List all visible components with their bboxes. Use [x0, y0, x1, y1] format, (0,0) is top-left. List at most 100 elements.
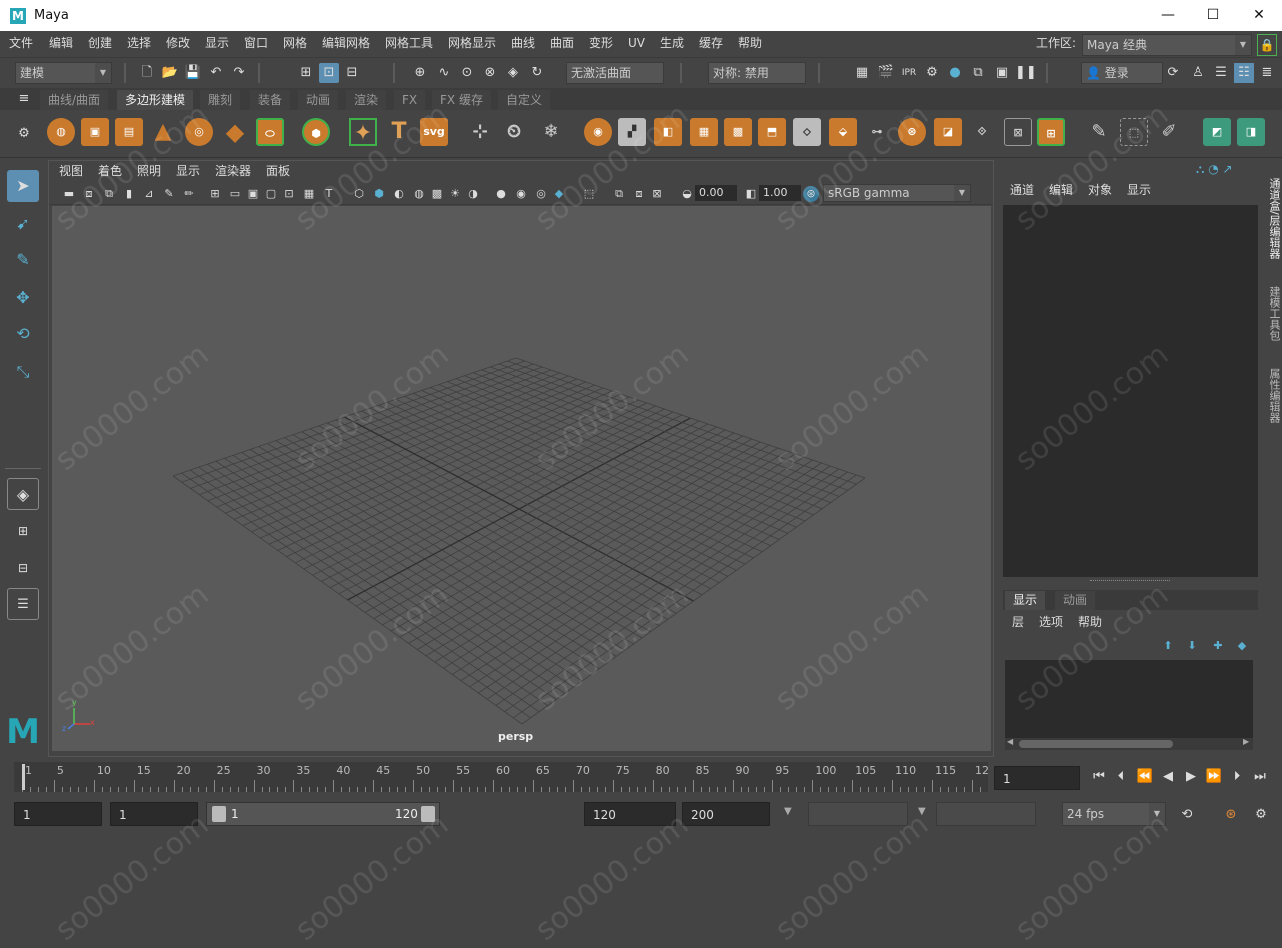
rotate-tool-icon[interactable]: ⟲ [7, 318, 39, 350]
snap-curve-icon[interactable]: ∿ [434, 63, 454, 83]
film-gate-icon[interactable]: ▭ [225, 184, 245, 204]
viewport-menu-panels[interactable]: 面板 [266, 159, 290, 185]
timeline[interactable]: 1 5 10 15 20 25 30 35 40 45 50 55 60 65 70 75 80 85 90 95 10… [14, 762, 989, 792]
gate-mask-icon[interactable]: ▢ [261, 184, 281, 204]
maximize-button[interactable]: ☐ [1190, 0, 1236, 31]
move-layer-down-icon[interactable]: ⬇ [1182, 636, 1202, 656]
menu-mesh[interactable]: 网格 [283, 31, 307, 57]
viewport-menu-show[interactable]: 显示 [176, 159, 200, 185]
menu-mesh-tools[interactable]: 网格工具 [385, 31, 433, 57]
step-back-frame-icon[interactable]: ⏪ [1136, 768, 1154, 786]
select-hierarchy-icon[interactable]: ⊞ [296, 63, 316, 83]
two-d-pan-icon[interactable]: ⊿ [139, 184, 159, 204]
snap-grid-icon[interactable]: ⊕ [410, 63, 430, 83]
snap-view-plane-icon[interactable]: ⊗ [480, 63, 500, 83]
field-chart-icon[interactable]: ⊡ [279, 184, 299, 204]
fill-hole-icon[interactable]: ⊠ [1004, 118, 1032, 146]
platonic-solid-icon[interactable]: ⬢ [302, 118, 330, 146]
menu-curves[interactable]: 曲线 [511, 31, 535, 57]
symmetry-field[interactable]: 对称: 禁用 [708, 62, 806, 84]
render-view-icon[interactable]: ▦ [852, 63, 872, 83]
menu-display[interactable]: 显示 [205, 31, 229, 57]
live-surface-field[interactable]: 无激活曲面 [566, 62, 664, 84]
multisample-icon[interactable]: ⧈ [629, 184, 649, 204]
target-weld-icon[interactable]: ◪ [934, 118, 962, 146]
scale-tool-icon[interactable]: ⤡ [7, 356, 39, 388]
anim-layer-select[interactable] [936, 802, 1036, 826]
snap-point-icon[interactable]: ⊙ [457, 63, 477, 83]
select-tool-icon[interactable]: ➤ [7, 170, 39, 202]
depth-of-field-icon[interactable]: ⊠ [647, 184, 667, 204]
login-button[interactable]: 👤 登录 [1081, 62, 1163, 84]
planar-map-icon[interactable]: ◩ [1203, 118, 1231, 146]
channel-menu-show[interactable]: 显示 [1127, 178, 1151, 204]
range-slider-bar[interactable]: 1 120 [206, 802, 440, 826]
scroll-right-icon[interactable]: ▶ [1243, 737, 1249, 746]
step-forward-key-icon[interactable]: ⏵ [1228, 768, 1246, 786]
xray-icon[interactable]: ● [491, 184, 511, 204]
viewport-menu-renderer[interactable]: 渲染器 [215, 159, 251, 185]
pause-icon[interactable]: ❚❚ [1015, 63, 1037, 83]
sync-icon[interactable]: ⟳ [1163, 63, 1183, 83]
shaded-wireframe-icon[interactable]: ◍ [409, 184, 429, 204]
step-forward-frame-icon[interactable]: ⏩ [1205, 768, 1223, 786]
tool-settings-icon[interactable]: ≣ [1257, 63, 1277, 83]
bridge-icon[interactable]: ⬦ [793, 118, 821, 146]
step-back-key-icon[interactable]: ⏴ [1112, 768, 1130, 786]
float-panel-icon[interactable]: ↗ [1223, 162, 1233, 176]
tab-custom[interactable]: 自定义 [498, 90, 551, 110]
layer-editor-toggle-icon[interactable]: ◔ [1208, 162, 1218, 176]
ipr-render-icon[interactable]: IPR [899, 63, 919, 83]
workspace-select[interactable]: Maya 经典 ▼ [1082, 34, 1252, 56]
select-component-icon[interactable]: ⊟ [342, 63, 362, 83]
side-tab-attribute-editor[interactable]: 属性编辑器 [1262, 360, 1282, 430]
layer-tab-anim[interactable]: 动画 [1055, 591, 1096, 610]
menu-edit-mesh[interactable]: 编辑网格 [322, 31, 370, 57]
pivot-icon[interactable]: ⊹ [466, 118, 494, 146]
combine-icon[interactable]: ◉ [584, 118, 612, 146]
loop-icon[interactable]: ⟲ [1178, 806, 1196, 824]
side-tab-channel-box[interactable]: 通道盒/层编辑器 [1262, 168, 1282, 268]
poly-cube-icon[interactable]: ▣ [81, 118, 109, 146]
lasso-tool-icon[interactable]: ➹ [7, 208, 39, 240]
two-view-layout-icon[interactable]: ⊟ [7, 552, 39, 584]
new-layer-icon[interactable]: ✚ [1208, 636, 1228, 656]
cylindrical-map-icon[interactable]: ◨ [1237, 118, 1265, 146]
current-time-indicator[interactable] [22, 764, 25, 790]
menu-surfaces[interactable]: 曲面 [550, 31, 574, 57]
side-tab-modeling-toolkit[interactable]: 建模工具包 [1262, 278, 1282, 348]
exposure-field[interactable]: 0.00 [695, 185, 737, 201]
shelf-menu-icon[interactable]: ≡ [14, 89, 34, 109]
gamma-icon[interactable]: ◧ [741, 184, 761, 204]
menu-windows[interactable]: 窗口 [244, 31, 268, 57]
menu-deform[interactable]: 变形 [589, 31, 613, 57]
shelf-settings-icon[interactable]: ⚙ [14, 124, 34, 144]
render-setup-icon[interactable]: ⧉ [968, 63, 988, 83]
menu-mesh-display[interactable]: 网格显示 [448, 31, 496, 57]
poly-plane-icon[interactable]: ◆ [221, 118, 249, 146]
go-to-start-icon[interactable]: ⏮ [1090, 768, 1108, 786]
paint-select-tool-icon[interactable]: ✎ [7, 244, 39, 276]
modeling-toolkit-icon[interactable]: ♙ [1188, 63, 1208, 83]
channel-box-icon[interactable]: ☷ [1234, 63, 1254, 83]
tab-curves-surfaces[interactable]: 曲线/曲面 [40, 90, 109, 110]
move-layer-up-icon[interactable]: ⬆ [1158, 636, 1178, 656]
super-shape-icon[interactable]: ✦ [349, 118, 377, 146]
render-frame-icon[interactable]: 🎬 [876, 63, 896, 83]
smooth-icon[interactable]: ▦ [690, 118, 718, 146]
tab-animation[interactable]: 动画 [298, 90, 339, 110]
animation-end-field[interactable]: 200 [682, 802, 770, 826]
make-live-icon[interactable]: ◈ [503, 63, 523, 83]
attribute-editor-icon[interactable]: ☰ [1211, 63, 1231, 83]
new-layer-selected-icon[interactable]: ◆ [1232, 636, 1252, 656]
layer-menu-layers[interactable]: 层 [1012, 610, 1024, 636]
play-forwards-icon[interactable]: ▶ [1182, 768, 1200, 786]
menu-select[interactable]: 选择 [127, 31, 151, 57]
bevel-icon[interactable]: ⬙ [829, 118, 857, 146]
append-polygon-icon[interactable]: ⊞ [1037, 118, 1065, 146]
range-start-handle[interactable] [212, 806, 226, 822]
exposure-icon[interactable]: ◒ [677, 184, 697, 204]
layer-scrollbar[interactable]: ◀ ▶ [1005, 737, 1253, 750]
scroll-left-icon[interactable]: ◀ [1007, 737, 1013, 746]
menu-edit[interactable]: 编辑 [49, 31, 73, 57]
